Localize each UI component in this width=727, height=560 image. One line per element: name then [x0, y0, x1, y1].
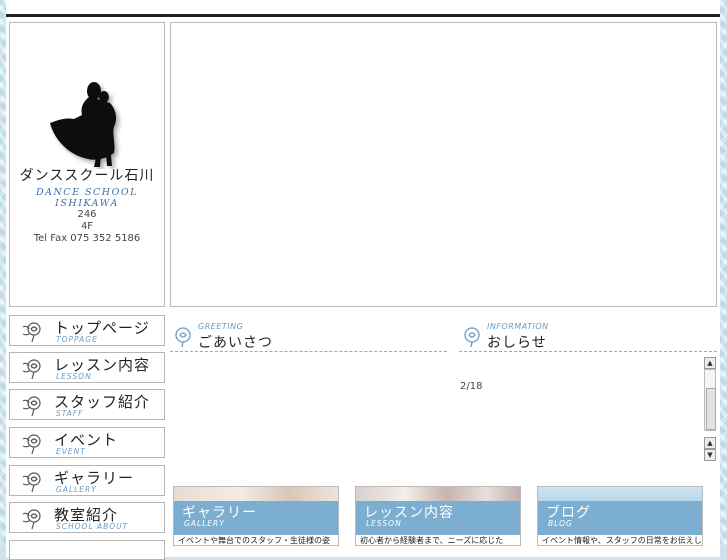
info-page-counter: 2/18 [460, 381, 483, 392]
top-bar [6, 0, 720, 17]
banner-description: イベントや舞台でのスタッフ・生徒様の姿 [174, 535, 338, 545]
nav-label-en: EVENT [56, 447, 86, 456]
tel-fax: Tel Fax 075 352 5186 [33, 233, 141, 244]
greeting-label-en: GREETING [198, 322, 244, 331]
banner-gallery[interactable]: ギャラリー GALLERY イベントや舞台でのスタッフ・生徒様の姿 [173, 486, 339, 546]
slideshow-area [170, 22, 717, 307]
info-scrollbar[interactable]: ▲ ▲ ▼ [704, 357, 716, 461]
rose-icon [22, 359, 41, 380]
rose-icon [22, 396, 41, 417]
school-name-en: DANCE SCHOOL ISHIKAWA [36, 187, 138, 209]
rose-icon [22, 509, 41, 530]
information-label-en: INFORMATION [487, 322, 549, 331]
nav-label-en: GALLERY [56, 485, 97, 494]
rose-icon [22, 434, 41, 455]
banner-description: 初心者から経験者まで、ニーズに応じた [356, 535, 520, 545]
nav-label-en: STAFF [56, 409, 84, 418]
greeting-title: ごあいさつ [198, 335, 273, 351]
banner-photo [538, 487, 702, 501]
nav-item-more[interactable] [9, 540, 165, 560]
nav-item-staff[interactable]: スタッフ紹介 STAFF [9, 389, 165, 420]
nav-item-event[interactable]: イベント EVENT [9, 427, 165, 458]
divider [459, 351, 717, 352]
rose-icon [22, 322, 41, 343]
banner-title-en: BLOG [548, 519, 573, 528]
address-line-1: 246 [77, 209, 97, 220]
rose-icon [464, 327, 480, 348]
banner-lesson[interactable]: レッスン内容 LESSON 初心者から経験者まで、ニーズに応じた [355, 486, 521, 546]
nav-item-school-about[interactable]: 教室紹介 SCHOOL ABOUT [9, 502, 165, 533]
scroll-down-button[interactable]: ▼ [704, 449, 716, 461]
logo-panel: ダンススクール石川 DANCE SCHOOL ISHIKAWA 246 4F T… [9, 22, 165, 307]
banner-title-en: GALLERY [184, 519, 225, 528]
nav-item-lesson[interactable]: レッスン内容 LESSON [9, 352, 165, 383]
rose-icon [175, 327, 191, 348]
information-title: おしらせ [487, 335, 547, 351]
scroll-thumb[interactable] [706, 388, 716, 430]
information-header: INFORMATION おしらせ [459, 322, 717, 352]
address-line-2: 4F [80, 221, 94, 232]
divider [170, 351, 447, 352]
nav-label-en: LESSON [56, 372, 92, 381]
nav-label-en: TOPPAGE [56, 335, 98, 344]
nav-item-toppage[interactable]: トップページ TOPPAGE [9, 315, 165, 346]
nav-item-gallery[interactable]: ギャラリー GALLERY [9, 465, 165, 496]
banner-photo [356, 487, 520, 501]
scroll-track[interactable] [704, 369, 716, 431]
banner-description: イベント情報や、スタッフの日常をお伝えし [538, 535, 702, 545]
school-name-jp: ダンススクール石川 [19, 168, 155, 184]
scroll-up-button-secondary[interactable]: ▲ [704, 437, 716, 449]
scroll-up-button[interactable]: ▲ [704, 357, 716, 369]
banner-blog[interactable]: ブログ BLOG イベント情報や、スタッフの日常をお伝えし [537, 486, 703, 546]
nav-label-en: SCHOOL ABOUT [56, 522, 129, 531]
banner-photo [174, 487, 338, 501]
greeting-header: GREETING ごあいさつ [170, 322, 447, 352]
rose-icon [22, 472, 41, 493]
dancer-logo-icon[interactable] [44, 79, 128, 169]
banner-title-en: LESSON [366, 519, 402, 528]
